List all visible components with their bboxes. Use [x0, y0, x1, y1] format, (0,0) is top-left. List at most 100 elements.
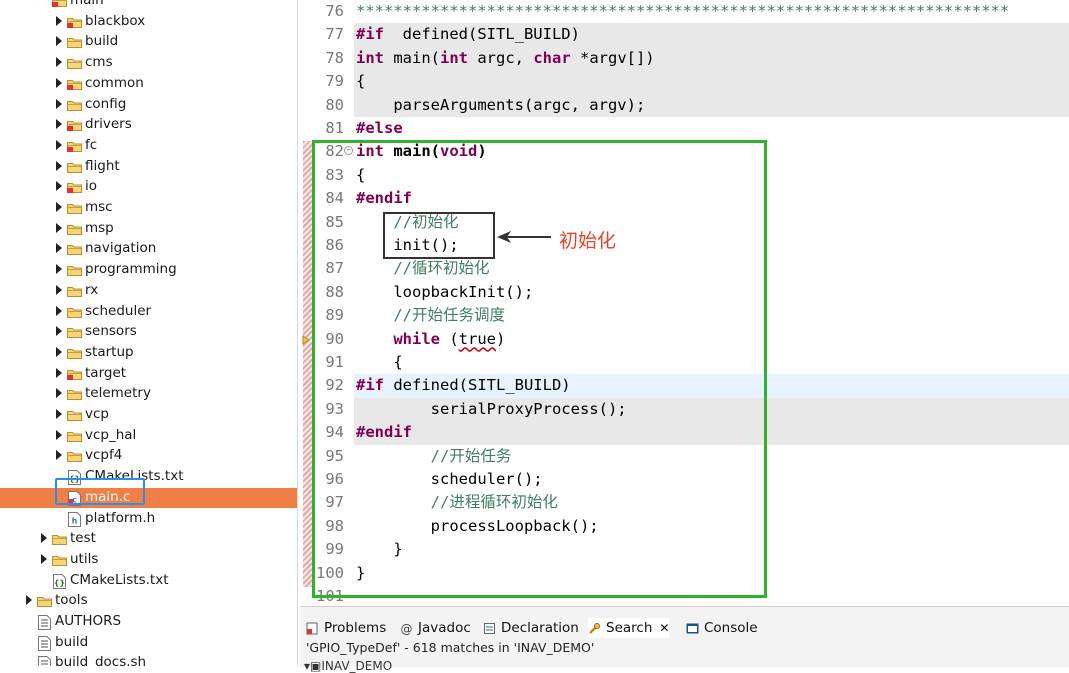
code-line[interactable]: 76 **************************************… — [300, 0, 1069, 23]
tree-item-label: msc — [85, 199, 113, 215]
code-line[interactable]: 77 #if defined(SITL_BUILD) — [325, 23, 1069, 47]
cmake-file-icon: {} — [53, 573, 66, 589]
tree-item-msc[interactable]: msc — [0, 198, 297, 218]
expand-arrow-icon[interactable] — [56, 326, 62, 337]
folder-icon — [67, 286, 82, 297]
code-text: { — [356, 72, 366, 91]
tree-item-flight[interactable]: flight — [0, 157, 297, 177]
expand-arrow-icon[interactable] — [56, 36, 62, 47]
svg-text:{}: {} — [54, 578, 65, 587]
expand-arrow-icon[interactable] — [56, 15, 62, 26]
expand-arrow-icon[interactable] — [56, 160, 62, 171]
tree-item-platform-h[interactable]: h platform.h — [0, 509, 297, 529]
expand-arrow-icon[interactable] — [41, 533, 47, 544]
expand-arrow-icon[interactable] — [56, 429, 62, 440]
code-line[interactable]: 79 { — [325, 70, 1069, 94]
tree-item-vcp[interactable]: vcp — [0, 405, 297, 425]
tab-problems[interactable]: Problems — [306, 618, 386, 638]
tree-item-programming[interactable]: programming — [0, 260, 297, 280]
expand-arrow-icon[interactable] — [56, 367, 62, 378]
expand-arrow-icon[interactable] — [56, 284, 62, 295]
tab-declaration[interactable]: Declaration — [483, 618, 579, 638]
tab-label: Console — [704, 620, 758, 636]
expand-arrow-icon[interactable] — [56, 243, 62, 254]
tree-item-rx[interactable]: rx — [0, 281, 297, 301]
tree-item-label: target — [85, 364, 127, 381]
tree-item-cmakelists-txt[interactable]: {} CMakeLists.txt — [0, 571, 297, 591]
tree-item-navigation[interactable]: navigation — [0, 239, 297, 259]
tree-item-msp[interactable]: msp — [0, 219, 297, 239]
tab-label: Javadoc — [418, 620, 471, 636]
folder-icon — [67, 307, 82, 318]
expand-arrow-icon[interactable] — [56, 450, 62, 461]
folder-icon — [52, 534, 67, 546]
folder-icon — [52, 555, 67, 566]
code-line[interactable]: 78 int main(int argc, char *argv[]) — [325, 46, 1069, 71]
expand-arrow-icon[interactable] — [56, 181, 62, 192]
expand-arrow-icon[interactable] — [56, 222, 62, 233]
expand-arrow-icon[interactable] — [26, 595, 32, 606]
tab-label: Declaration — [501, 620, 579, 636]
tree-item-io[interactable]: io — [0, 177, 297, 197]
line-number: 77 — [325, 25, 344, 44]
tree-item-scheduler[interactable]: scheduler — [0, 302, 297, 322]
expand-arrow-icon[interactable] — [56, 77, 62, 88]
tree-item-startup[interactable]: startup — [0, 343, 297, 363]
folder-icon — [67, 17, 82, 28]
svg-text:@: @ — [401, 622, 413, 635]
expand-arrow-icon[interactable] — [56, 202, 62, 212]
tree-item-target[interactable]: target — [0, 364, 297, 384]
close-icon[interactable]: ✕ — [659, 621, 669, 635]
folder-icon — [67, 244, 82, 256]
expand-arrow-icon[interactable] — [56, 388, 62, 399]
code-text: #if defined(SITL_BUILD) — [356, 25, 580, 44]
line-number: 81 — [325, 119, 344, 137]
tree-item-label: CMakeLists.txt — [70, 571, 169, 588]
expand-arrow-icon[interactable] — [56, 346, 62, 357]
document-icon — [38, 656, 51, 666]
expand-arrow-icon[interactable] — [56, 305, 62, 316]
tree-item-main[interactable]: main — [0, 0, 297, 11]
tree-item-main-c[interactable]: c main.c — [0, 487, 297, 508]
tree-item-label: main — [70, 0, 104, 8]
tree-item-drivers[interactable]: drivers — [0, 115, 297, 135]
tree-item-build[interactable]: build — [0, 32, 297, 52]
expand-arrow-icon[interactable] — [56, 409, 62, 419]
expand-arrow-icon[interactable] — [56, 264, 62, 275]
line-number: 76 — [325, 2, 344, 20]
tree-item-vcpf4[interactable]: vcpf4 — [0, 446, 297, 466]
tree-item-common[interactable]: common — [0, 74, 297, 94]
expand-arrow-icon[interactable] — [56, 57, 62, 68]
tree-item-blackbox[interactable]: blackbox — [0, 12, 297, 32]
line-number: 78 — [325, 48, 344, 67]
tree-item-fc[interactable]: fc — [0, 136, 297, 156]
tab-console[interactable]: Console — [686, 618, 758, 638]
search-result-root[interactable]: ▾▣INAV_DEMO — [304, 659, 392, 673]
tree-item-telemetry[interactable]: telemetry — [0, 384, 297, 404]
tree-item-authors[interactable]: AUTHORS — [0, 612, 297, 632]
expand-arrow-icon[interactable] — [56, 119, 62, 130]
tree-item-cms[interactable]: cms — [0, 53, 297, 73]
tree-item-cmakelists-txt[interactable]: {} CMakeLists.txt — [0, 467, 297, 487]
expand-arrow-icon[interactable] — [56, 139, 62, 150]
tree-item-label: common — [85, 74, 144, 91]
code-line[interactable]: 81 #else — [300, 117, 1069, 140]
tree-item-tools[interactable]: tools — [0, 591, 297, 611]
tree-item-config[interactable]: config — [0, 95, 297, 115]
tree-item-label: blackbox — [85, 12, 146, 29]
expand-arrow-icon[interactable] — [41, 553, 47, 564]
code-line[interactable]: 80 parseArguments(argc, argv); — [325, 93, 1069, 117]
tree-item-test[interactable]: test — [0, 529, 297, 549]
main-c-highlight-box — [55, 478, 145, 505]
tree-item-build-docs-sh[interactable]: build_docs.sh — [0, 653, 297, 666]
tree-item-vcp-hal[interactable]: vcp_hal — [0, 426, 297, 446]
tab-javadoc[interactable]: @ Javadoc — [400, 618, 471, 638]
folder-icon — [67, 224, 82, 235]
tree-item-utils[interactable]: utils — [0, 550, 297, 570]
tree-item-sensors[interactable]: sensors — [0, 322, 297, 342]
tree-item-build[interactable]: build — [0, 633, 297, 653]
tree-item-label: navigation — [85, 240, 157, 257]
expand-arrow-icon[interactable] — [56, 98, 62, 109]
project-explorer: main blackbox build cms common config drivers f… — [0, 0, 298, 666]
tab-search[interactable]: Search ✕ — [588, 618, 670, 638]
